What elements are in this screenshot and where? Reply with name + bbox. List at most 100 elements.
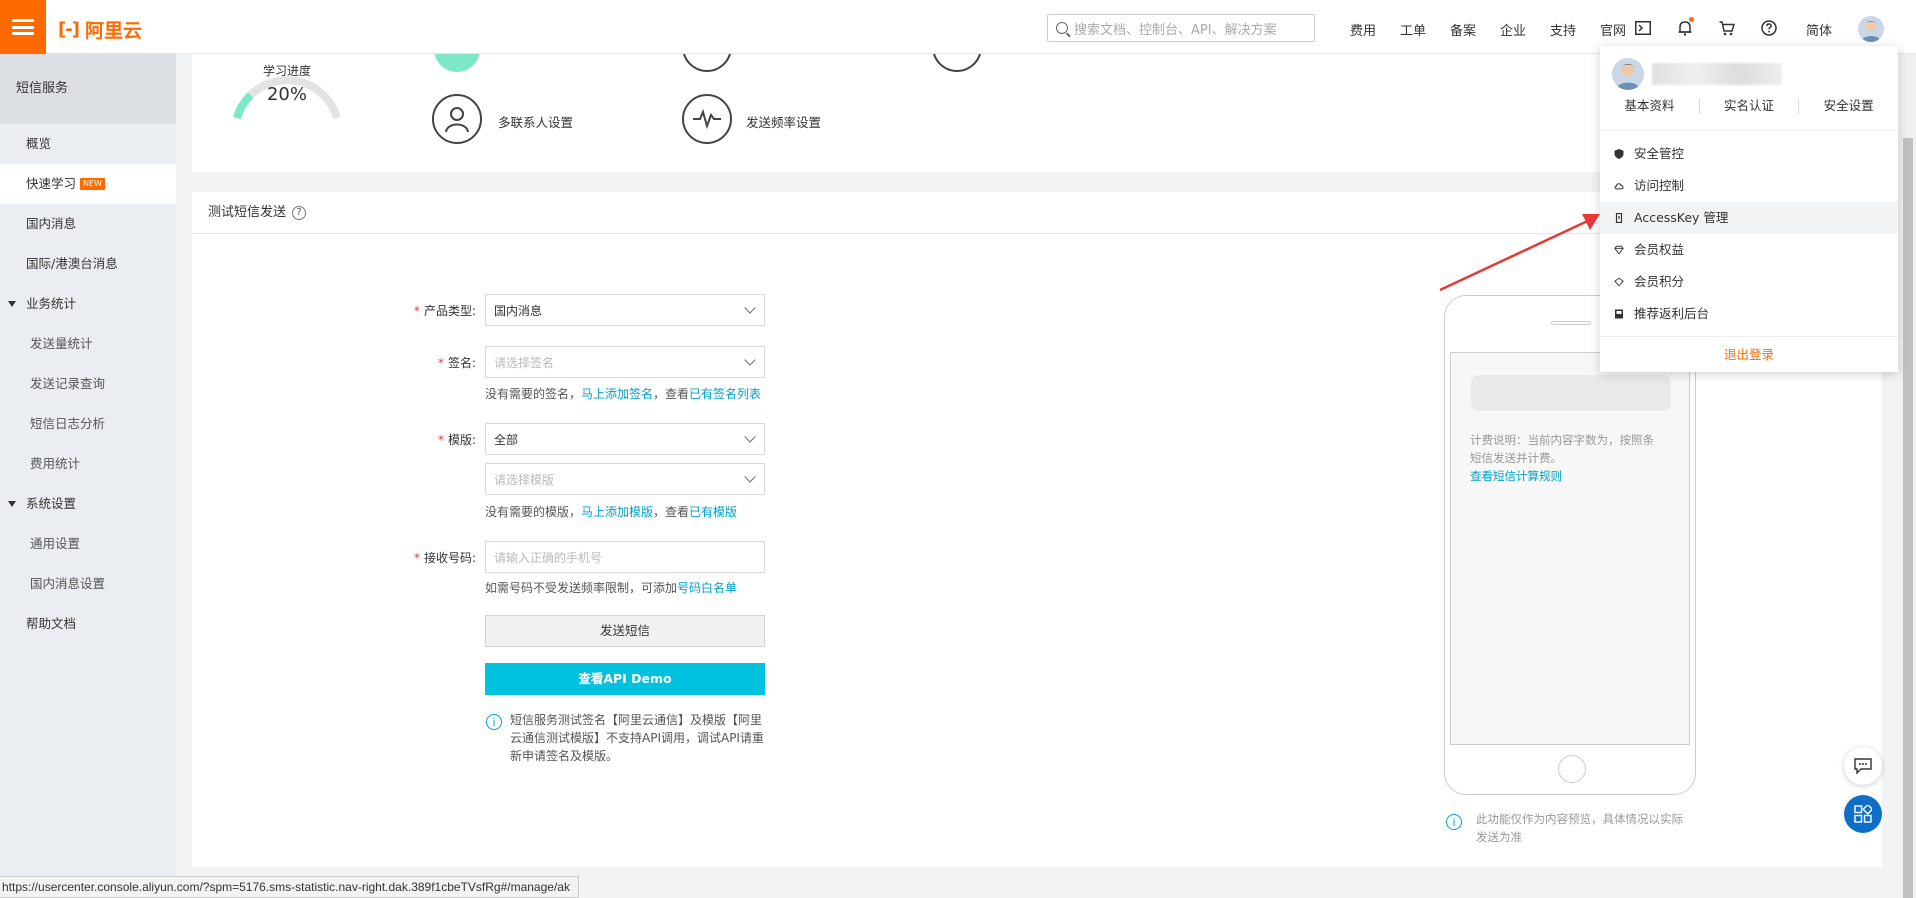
frequency-icon[interactable] xyxy=(682,94,732,144)
sign-label: * 签名: xyxy=(437,356,476,370)
info-icon: i xyxy=(486,714,502,730)
preview-note: 此功能仅作为内容预览，具体情况以实际 发送为准 xyxy=(1476,812,1683,844)
menu-member-benefits[interactable]: 会员权益 xyxy=(1600,234,1898,266)
sidebar-item-label: 国内消息设置 xyxy=(30,576,106,591)
chevron-down-icon xyxy=(744,354,756,366)
divider xyxy=(1600,130,1898,131)
send-sms-button[interactable]: 发送短信 xyxy=(485,615,765,647)
sign-select[interactable]: 请选择签名 xyxy=(485,346,765,378)
sidebar-item-label: 系统设置 xyxy=(26,496,77,511)
nav-fees[interactable]: 费用 xyxy=(1338,20,1388,39)
product-type-label: * 产品类型: xyxy=(413,304,476,318)
nav-support[interactable]: 支持 xyxy=(1538,20,1588,39)
sidebar-item-label: 发送量统计 xyxy=(30,336,93,351)
apps-button[interactable] xyxy=(1844,795,1882,833)
progress-percent: 20% xyxy=(266,84,307,105)
add-sign-link[interactable]: 马上添加签名 xyxy=(581,387,653,401)
terminal-icon[interactable] xyxy=(1630,15,1656,41)
aliyun-logo-mark: [-] xyxy=(58,19,80,40)
sign-hint: 没有需要的签名，马上添加签名，查看已有签名列表 xyxy=(485,387,762,401)
search-input[interactable]: 搜索文档、控制台、API、解决方案 xyxy=(1047,14,1315,42)
nav-tickets[interactable]: 工单 xyxy=(1388,20,1438,39)
basic-info-link[interactable]: 基本资料 xyxy=(1600,98,1700,114)
sidebar-item-log-analysis[interactable]: 短信日志分析 xyxy=(0,404,176,444)
template-type-select[interactable]: 全部 xyxy=(485,423,765,455)
sidebar-item-domestic-settings[interactable]: 国内消息设置 xyxy=(0,564,176,604)
menu-item-label: 会员积分 xyxy=(1634,274,1685,289)
phone-screen xyxy=(1450,352,1690,745)
page-scrollbar[interactable] xyxy=(1900,54,1916,898)
sidebar-item-overview[interactable]: 概览 xyxy=(0,124,176,164)
phone-speaker xyxy=(1551,321,1591,325)
sidebar-item-quick-learn[interactable]: 快速学习 NEW xyxy=(0,164,176,204)
nav-enterprise[interactable]: 企业 xyxy=(1488,20,1538,39)
sidebar-item-label: 发送记录查询 xyxy=(30,376,106,391)
test-sms-title: 测试短信发送 xyxy=(208,204,287,220)
sidebar-group-statistics[interactable]: 业务统计 xyxy=(0,284,176,324)
sidebar-group-settings[interactable]: 系统设置 xyxy=(0,484,176,524)
feature-multi-contacts[interactable]: 多联系人设置 xyxy=(498,112,573,131)
menu-accesskey-management[interactable]: AccessKey 管理 xyxy=(1600,202,1898,234)
menu-item-label: 会员权益 xyxy=(1634,242,1685,257)
top-icons xyxy=(1630,15,1782,41)
chevron-down-icon xyxy=(744,431,756,443)
language-switch[interactable]: 简体 xyxy=(1806,20,1832,39)
security-settings-link[interactable]: 安全设置 xyxy=(1799,98,1898,114)
sidebar-item-cost-stats[interactable]: 费用统计 xyxy=(0,444,176,484)
sidebar-item-label: 通用设置 xyxy=(30,536,81,551)
aliyun-logo[interactable]: [-] 阿里云 xyxy=(58,16,142,43)
sidebar-item-label: 帮助文档 xyxy=(26,616,77,631)
book-icon xyxy=(1615,309,1623,319)
help-icon[interactable] xyxy=(1756,15,1782,41)
product-type-value: 国内消息 xyxy=(494,303,543,318)
feature-send-frequency[interactable]: 发送频率设置 xyxy=(746,112,821,131)
sidebar-item-send-volume[interactable]: 发送量统计 xyxy=(0,324,176,364)
cart-icon[interactable] xyxy=(1714,15,1740,41)
sidebar-item-label: 业务统计 xyxy=(26,296,77,311)
menu-member-points[interactable]: 会员积分 xyxy=(1600,266,1898,298)
sidebar-item-label: 费用统计 xyxy=(30,456,81,471)
template-hint: 没有需要的模版，马上添加模版，查看已有模版 xyxy=(485,505,738,519)
api-demo-button[interactable]: 查看API Demo xyxy=(485,663,765,695)
aliyun-logo-text: 阿里云 xyxy=(84,20,142,42)
phone-input[interactable]: 请输入正确的手机号 xyxy=(485,541,765,573)
sidebar-item-send-records[interactable]: 发送记录查询 xyxy=(0,364,176,404)
template-select[interactable]: 请选择模版 xyxy=(485,463,765,495)
sidebar-title: 短信服务 xyxy=(0,54,176,124)
menu-referral-dashboard[interactable]: 推荐返利后台 xyxy=(1600,298,1898,330)
whitelist-link[interactable]: 号码白名单 xyxy=(677,581,737,595)
menu-item-label: 安全管控 xyxy=(1634,146,1685,161)
chat-button[interactable] xyxy=(1844,747,1882,785)
template-type-value: 全部 xyxy=(494,432,519,447)
template-list-link[interactable]: 已有模版 xyxy=(689,505,737,519)
menu-security-control[interactable]: 安全管控 xyxy=(1600,138,1898,170)
sidebar-item-international[interactable]: 国际/港澳台消息 xyxy=(0,244,176,284)
apps-grid-icon xyxy=(1854,805,1872,823)
sidebar-item-help-docs[interactable]: 帮助文档 xyxy=(0,604,176,644)
search-icon xyxy=(1056,22,1068,34)
billing-rules-link[interactable]: 查看短信计算规则 xyxy=(1470,467,1670,485)
logout-button[interactable]: 退出登录 xyxy=(1600,336,1898,372)
sidebar-item-general-settings[interactable]: 通用设置 xyxy=(0,524,176,564)
user-avatar[interactable] xyxy=(1858,16,1884,42)
phone-placeholder: 请输入正确的手机号 xyxy=(494,550,603,565)
bell-icon[interactable] xyxy=(1672,15,1698,41)
sidebar-item-domestic[interactable]: 国内消息 xyxy=(0,204,176,244)
hamburger-menu-button[interactable] xyxy=(0,0,46,54)
message-bubble xyxy=(1471,375,1671,411)
add-template-link[interactable]: 马上添加模版 xyxy=(581,505,653,519)
scrollbar-thumb[interactable] xyxy=(1903,138,1913,898)
chevron-down-icon xyxy=(744,471,756,483)
hamburger-icon xyxy=(12,19,34,35)
learning-progress-gauge: 学习进度 20% xyxy=(228,46,346,126)
sign-list-link[interactable]: 已有签名列表 xyxy=(689,387,761,401)
question-icon[interactable]: ? xyxy=(292,205,307,220)
contacts-icon[interactable] xyxy=(432,94,482,144)
real-name-link[interactable]: 实名认证 xyxy=(1700,98,1800,114)
account-links: 基本资料 实名认证 安全设置 xyxy=(1600,98,1898,114)
menu-access-control[interactable]: 访问控制 xyxy=(1600,170,1898,202)
product-type-select[interactable]: 国内消息 xyxy=(485,294,765,326)
nav-icp[interactable]: 备案 xyxy=(1438,20,1488,39)
annotation-arrow xyxy=(1439,214,1600,292)
dropdown-avatar xyxy=(1612,58,1644,90)
